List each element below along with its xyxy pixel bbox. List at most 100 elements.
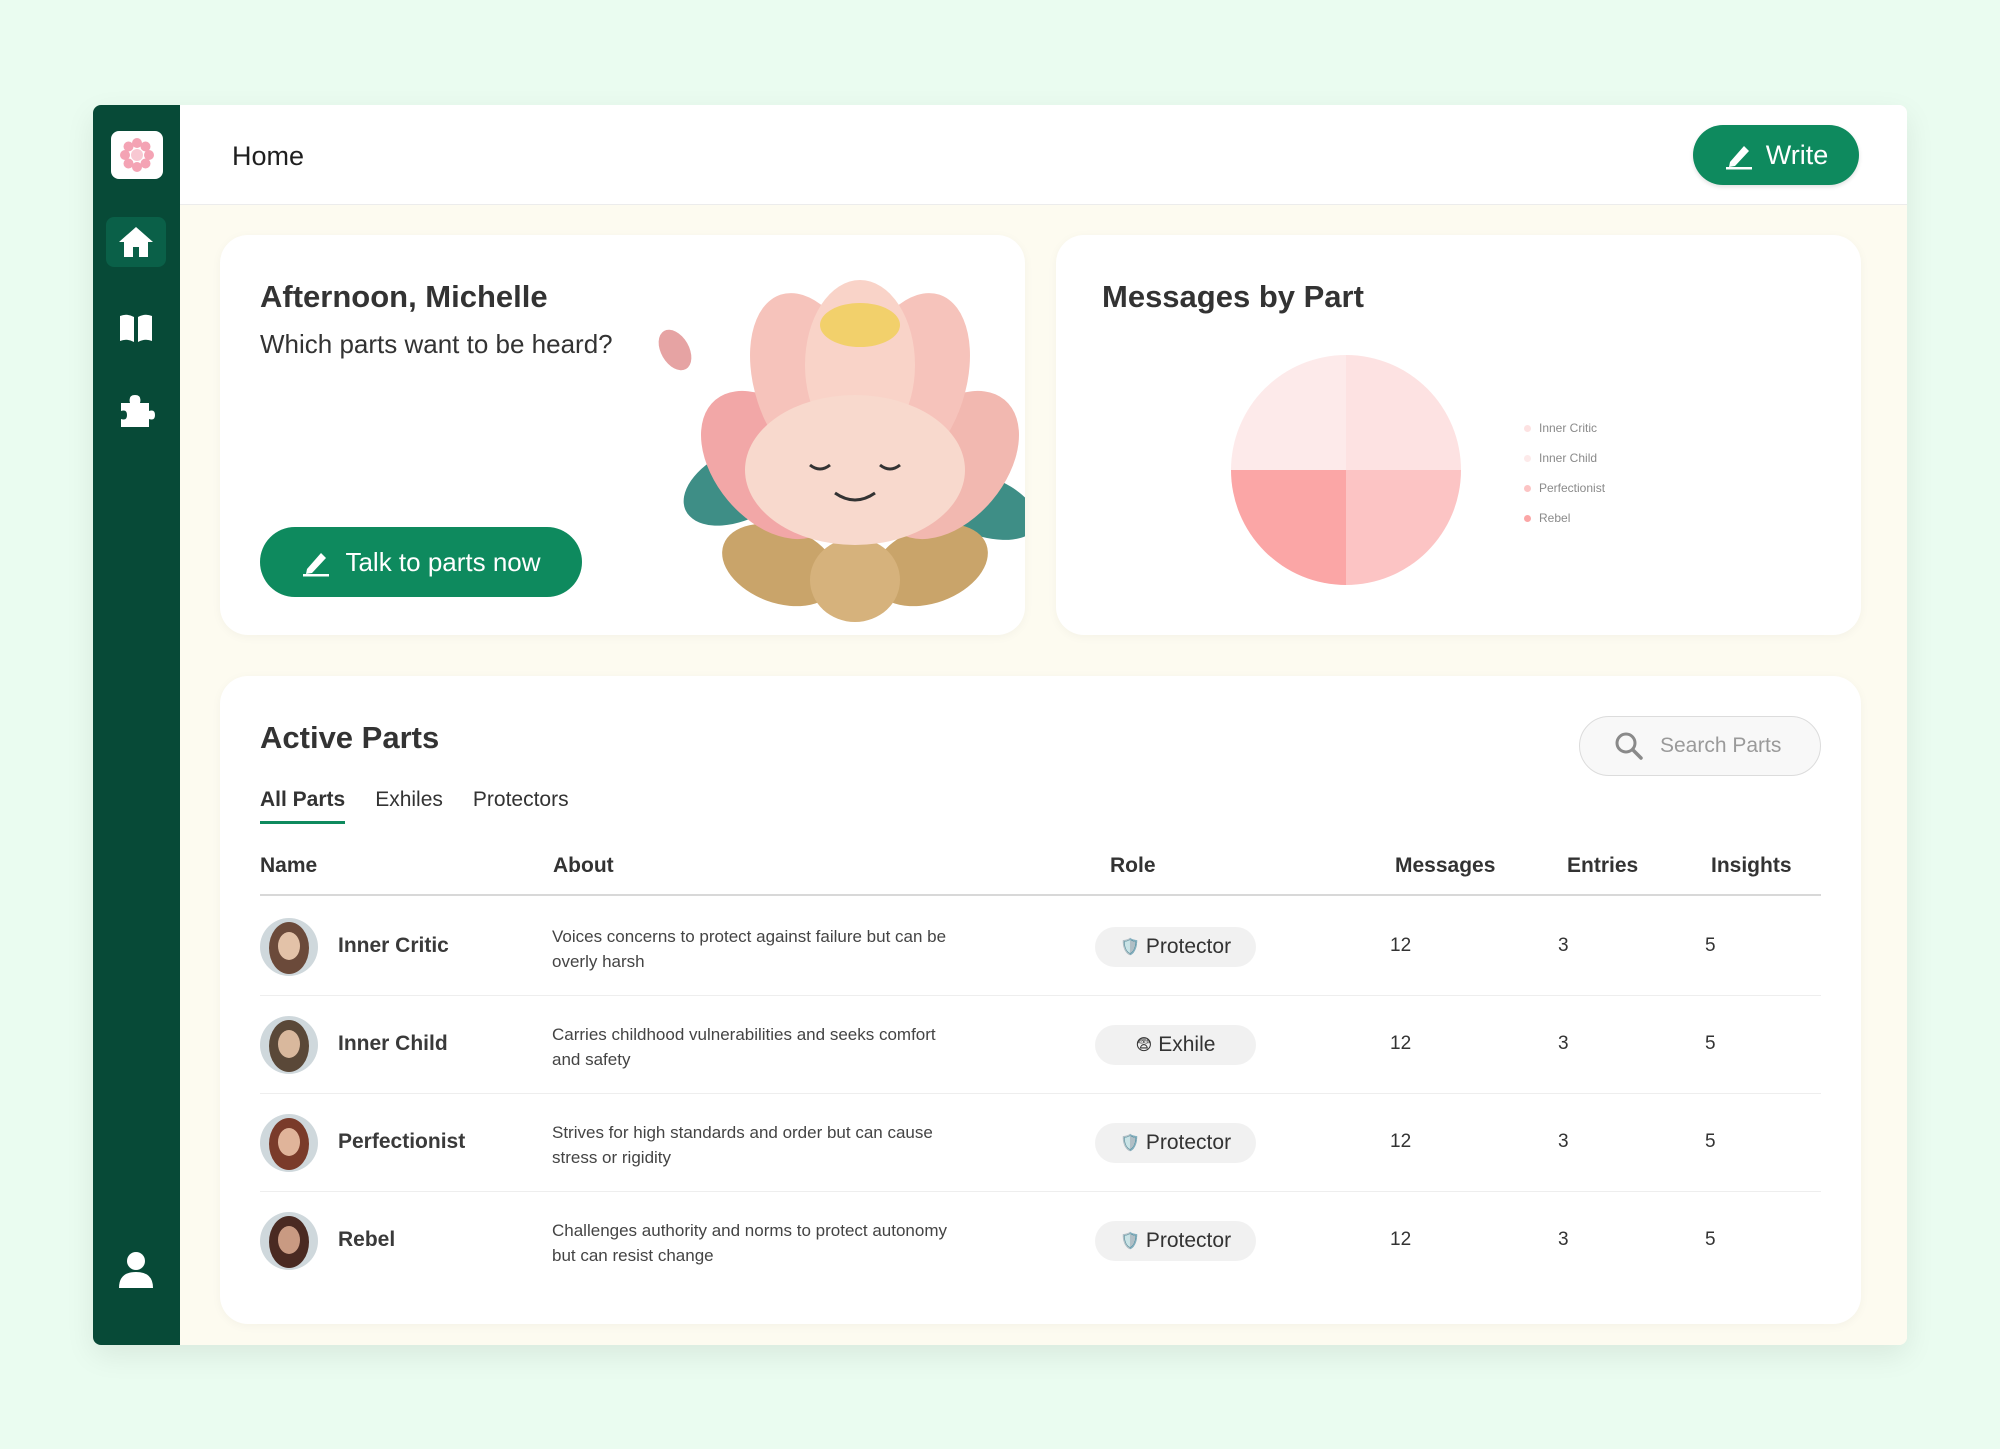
table-row[interactable]: Inner Critic Voices concerns to protect a… bbox=[260, 898, 1821, 996]
role-emoji-icon: 😨 bbox=[1135, 1037, 1153, 1054]
search-input[interactable]: Search Parts bbox=[1579, 716, 1821, 776]
column-insights[interactable]: Insights bbox=[1711, 854, 1792, 878]
legend-item[interactable]: Perfectionist bbox=[1524, 473, 1605, 503]
book-icon bbox=[120, 314, 152, 342]
table-row[interactable]: Inner Child Carries childhood vulnerabili… bbox=[260, 996, 1821, 1094]
legend-item[interactable]: Rebel bbox=[1524, 503, 1605, 533]
entries-count: 3 bbox=[1558, 1033, 1569, 1054]
lotus-illustration bbox=[658, 280, 1025, 622]
avatar bbox=[260, 1212, 318, 1270]
legend-label: Perfectionist bbox=[1539, 481, 1606, 495]
pie-slice-rebel[interactable] bbox=[1231, 470, 1346, 585]
role-badge: 😨 Exhile bbox=[1095, 1025, 1256, 1065]
part-name[interactable]: Rebel bbox=[338, 1228, 395, 1252]
search-icon bbox=[1615, 732, 1643, 760]
active-parts-title: Active Parts bbox=[260, 720, 440, 755]
role-badge: 🛡️ Protector bbox=[1095, 927, 1256, 967]
legend-label: Rebel bbox=[1539, 511, 1571, 525]
entries-count: 3 bbox=[1558, 1229, 1569, 1250]
talk-to-parts-button[interactable]: Talk to parts now bbox=[260, 527, 582, 597]
part-about: Challenges authority and norms to protec… bbox=[552, 1221, 948, 1265]
role-badge: 🛡️ Protector bbox=[1095, 1123, 1256, 1163]
user-icon bbox=[119, 1252, 153, 1288]
legend-item[interactable]: Inner Child bbox=[1524, 443, 1605, 473]
part-name[interactable]: Inner Child bbox=[338, 1032, 448, 1056]
role-emoji-icon: 🛡️ bbox=[1119, 1233, 1140, 1250]
part-about: Strives for high standards and order but… bbox=[552, 1123, 933, 1167]
column-role[interactable]: Role bbox=[1110, 854, 1156, 878]
write-button-label: Write bbox=[1765, 139, 1829, 170]
tab-exhiles[interactable]: Exhiles bbox=[375, 788, 443, 824]
puzzle-icon bbox=[121, 395, 155, 427]
pencil-icon bbox=[303, 553, 330, 577]
part-name[interactable]: Inner Critic bbox=[338, 934, 449, 958]
sidebar-item-parts[interactable] bbox=[106, 385, 166, 435]
greeting-card: Afternoon, Michelle Which parts want to … bbox=[220, 235, 1025, 635]
tab-all-parts[interactable]: All Parts bbox=[260, 788, 346, 824]
home-icon bbox=[119, 227, 153, 257]
messages-count: 12 bbox=[1390, 1131, 1412, 1152]
sidebar-item-home[interactable] bbox=[106, 217, 166, 267]
active-parts-card: Active Parts Search Parts All Parts Exhi… bbox=[220, 676, 1861, 1324]
page-title: Home bbox=[232, 141, 305, 171]
table-header: Name About Role Messages Entries Insight… bbox=[260, 846, 1821, 896]
chart-legend: Inner Critic Inner Child Perfectionist Rebe… bbox=[1524, 413, 1605, 533]
messages-count: 12 bbox=[1390, 935, 1412, 956]
pie-slice-inner-critic[interactable] bbox=[1346, 355, 1461, 470]
messages-count: 12 bbox=[1390, 1229, 1412, 1250]
pie-slice-inner-child[interactable] bbox=[1231, 355, 1346, 470]
part-about: Carries childhood vulnerabilities and se… bbox=[552, 1025, 936, 1069]
parts-tabs: All Parts Exhiles Protectors bbox=[260, 788, 569, 824]
greeting-subline: Which parts want to be heard? bbox=[260, 329, 613, 359]
tab-protectors[interactable]: Protectors bbox=[473, 788, 569, 824]
role-label: Protector bbox=[1145, 1131, 1232, 1154]
legend-dot bbox=[1524, 484, 1531, 492]
legend-label: Inner Child bbox=[1539, 451, 1598, 465]
write-button[interactable]: Write bbox=[1693, 125, 1859, 185]
entries-count: 3 bbox=[1558, 1131, 1569, 1152]
insights-count: 5 bbox=[1705, 1131, 1716, 1152]
messages-chart-card: Messages by Part Inner Critic Inner Child… bbox=[1056, 235, 1861, 635]
sidebar bbox=[93, 105, 180, 1345]
column-about[interactable]: About bbox=[553, 854, 614, 878]
role-label: Protector bbox=[1145, 935, 1232, 958]
table-row[interactable]: Rebel Challenges authority and norms to p… bbox=[260, 1192, 1821, 1290]
flower-logo-icon bbox=[120, 138, 154, 172]
legend-label: Inner Critic bbox=[1539, 421, 1598, 435]
column-messages[interactable]: Messages bbox=[1395, 854, 1495, 878]
part-about: Voices concerns to protect against failu… bbox=[552, 927, 947, 971]
role-badge: 🛡️ Protector bbox=[1095, 1221, 1256, 1261]
column-entries[interactable]: Entries bbox=[1567, 854, 1638, 878]
sidebar-profile[interactable] bbox=[106, 1245, 166, 1295]
greeting-headline: Afternoon, Michelle bbox=[260, 279, 548, 314]
legend-dot bbox=[1524, 514, 1531, 522]
avatar bbox=[260, 918, 318, 976]
table-row[interactable]: Perfectionist Strives for high standards … bbox=[260, 1094, 1821, 1192]
top-bar: Home Write bbox=[180, 105, 1907, 205]
legend-item[interactable]: Inner Critic bbox=[1524, 413, 1605, 443]
entries-count: 3 bbox=[1558, 935, 1569, 956]
app-logo[interactable] bbox=[111, 131, 163, 179]
insights-count: 5 bbox=[1705, 935, 1716, 956]
legend-dot bbox=[1524, 454, 1531, 462]
pencil-icon bbox=[1725, 146, 1752, 170]
role-label: Protector bbox=[1145, 1229, 1232, 1252]
insights-count: 5 bbox=[1705, 1033, 1716, 1054]
sidebar-item-journal[interactable] bbox=[106, 303, 166, 353]
app-window: Home Write Afternoon, Michelle Which par… bbox=[93, 105, 1907, 1345]
search-placeholder: Search Parts bbox=[1660, 734, 1782, 757]
role-label: Exhile bbox=[1158, 1033, 1216, 1056]
talk-to-parts-label: Talk to parts now bbox=[345, 546, 541, 577]
part-name[interactable]: Perfectionist bbox=[338, 1130, 465, 1154]
chart-title: Messages by Part bbox=[1102, 279, 1364, 314]
messages-count: 12 bbox=[1390, 1033, 1412, 1054]
role-emoji-icon: 🛡️ bbox=[1119, 1135, 1140, 1152]
main-content: Afternoon, Michelle Which parts want to … bbox=[180, 205, 1907, 1345]
avatar bbox=[260, 1016, 318, 1074]
role-emoji-icon: 🛡️ bbox=[1119, 939, 1140, 956]
insights-count: 5 bbox=[1705, 1229, 1716, 1250]
avatar bbox=[260, 1114, 318, 1172]
pie-slice-perfectionist[interactable] bbox=[1346, 470, 1461, 585]
pie-chart bbox=[1231, 355, 1461, 585]
column-name[interactable]: Name bbox=[260, 854, 317, 878]
